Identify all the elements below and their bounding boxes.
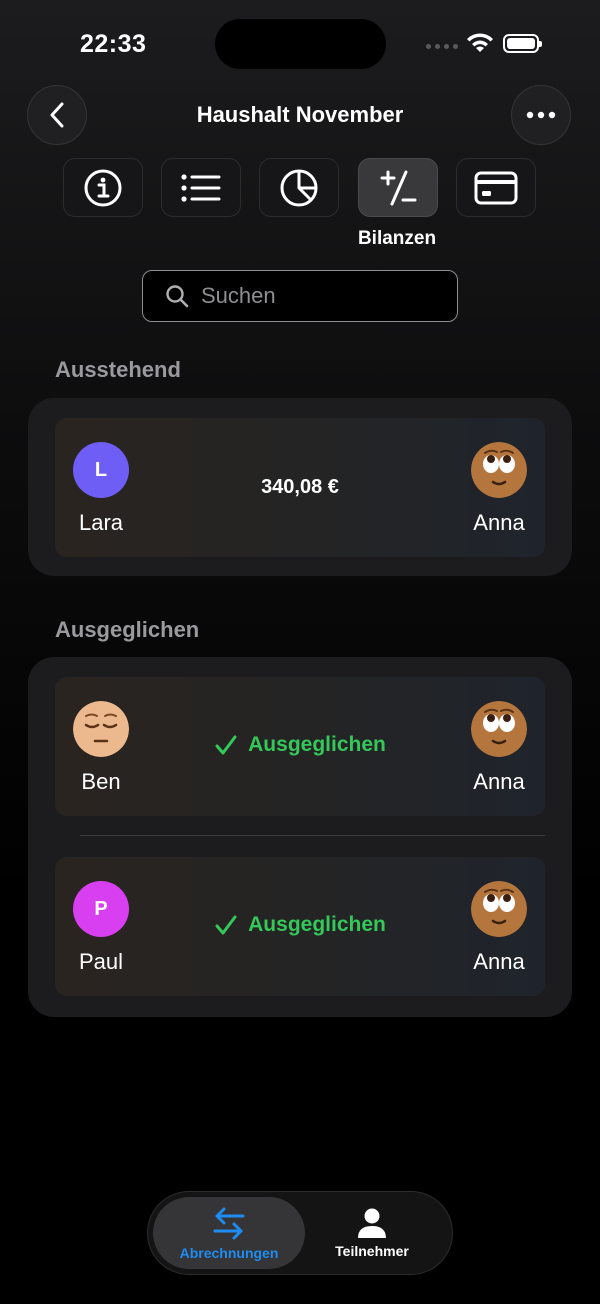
section-title-settled: Ausgeglichen [55,617,200,642]
divider [80,835,545,836]
tab-card[interactable] [456,158,536,217]
more-button[interactable] [511,85,571,145]
info-icon [84,169,122,206]
nav-item-settlements[interactable]: Abrechnungen [153,1197,305,1269]
receiver-name: Anna [473,949,525,974]
list-icon [181,173,221,202]
list-item[interactable]: P Paul Ausgeglichen Anna [55,857,545,996]
receiver-name: Anna [473,769,525,794]
ellipsis-icon [526,111,556,119]
credit-card-icon [474,171,518,204]
pending-card: L Lara 340,08 € Anna [28,398,572,576]
search-icon [166,285,189,308]
list-item[interactable]: Ben Ausgeglichen Anna [55,677,545,816]
eye-roll-emoji-icon [471,701,527,757]
eye-roll-emoji-icon [471,442,527,498]
dynamic-island [215,19,386,69]
section-title-pending: Ausstehend [55,357,181,382]
bottom-nav: Abrechnungen Teilnehmer [147,1191,453,1275]
tab-info[interactable] [63,158,143,217]
tab-balances[interactable] [358,158,438,217]
arrows-left-right-icon [213,1207,245,1240]
page-title: Haushalt November [196,102,404,127]
nav-label: Abrechnungen [179,1245,279,1261]
payer-name: Paul [78,949,124,974]
settled-label: Ausgeglichen [248,913,386,936]
nav-item-participants[interactable]: Teilnehmer [296,1197,448,1269]
plus-minus-icon [380,170,417,205]
checkmark-icon [215,915,237,935]
receiver-name: Anna [473,510,525,535]
settled-label: Ausgeglichen [248,733,386,756]
list-item[interactable]: L Lara 340,08 € Anna [55,418,545,557]
person-icon [358,1208,386,1238]
payer-name: Lara [78,510,124,535]
search-input[interactable] [199,282,443,310]
eye-roll-emoji-icon [471,881,527,937]
checkmark-icon [215,735,237,755]
status-time: 22:33 [80,30,147,58]
search-box[interactable] [142,270,458,322]
wifi-icon [467,33,493,52]
tab-list[interactable] [161,158,241,217]
payer-name: Ben [81,769,121,794]
pie-chart-icon [280,169,318,206]
settled-card: Ben Ausgeglichen Anna P Paul Ausgegliche… [28,657,572,1017]
tab-chart[interactable] [259,158,339,217]
cellular-signal-icon [426,44,458,49]
nav-label: Teilnehmer [335,1243,409,1259]
active-tab-label: Bilanzen [357,228,437,249]
battery-icon [503,34,542,53]
amount-label: 340,08 € [261,476,339,498]
